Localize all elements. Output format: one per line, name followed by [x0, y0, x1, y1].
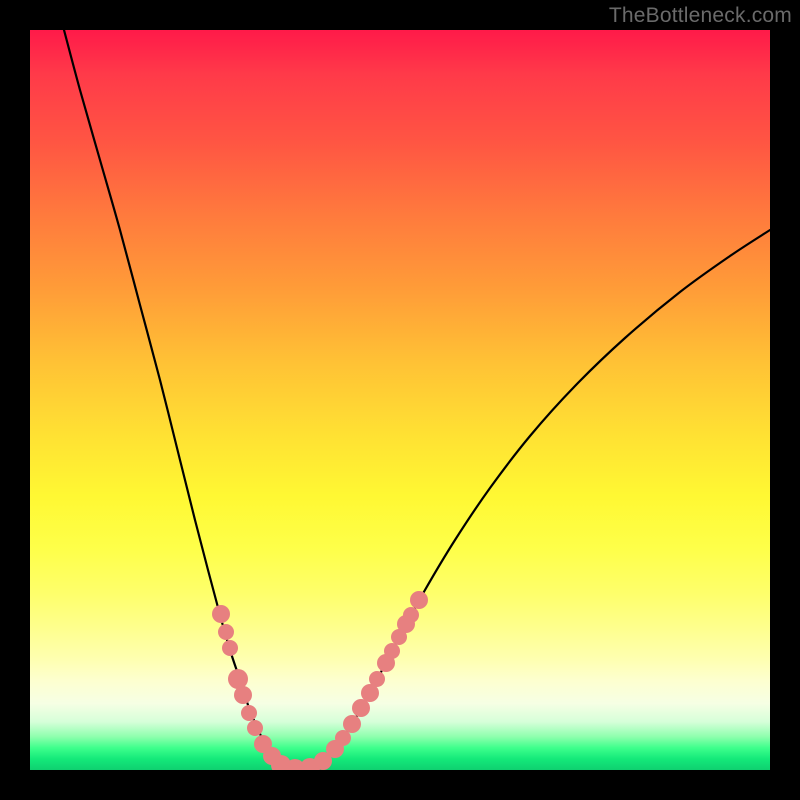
- data-dot: [369, 671, 385, 687]
- data-dot: [247, 720, 263, 736]
- watermark-text: TheBottleneck.com: [609, 4, 792, 28]
- data-dot: [343, 715, 361, 733]
- data-dot: [410, 591, 428, 609]
- data-dot: [218, 624, 234, 640]
- data-dot: [241, 705, 257, 721]
- bottleneck-curve: [64, 30, 770, 770]
- data-dots: [212, 591, 428, 770]
- data-dot: [384, 643, 400, 659]
- data-dot: [222, 640, 238, 656]
- chart-svg: [30, 30, 770, 770]
- chart-frame: TheBottleneck.com: [0, 0, 800, 800]
- data-dot: [234, 686, 252, 704]
- data-dot: [352, 699, 370, 717]
- data-dot: [403, 607, 419, 623]
- plot-area: [30, 30, 770, 770]
- data-dot: [335, 730, 351, 746]
- data-dot: [228, 669, 248, 689]
- data-dot: [212, 605, 230, 623]
